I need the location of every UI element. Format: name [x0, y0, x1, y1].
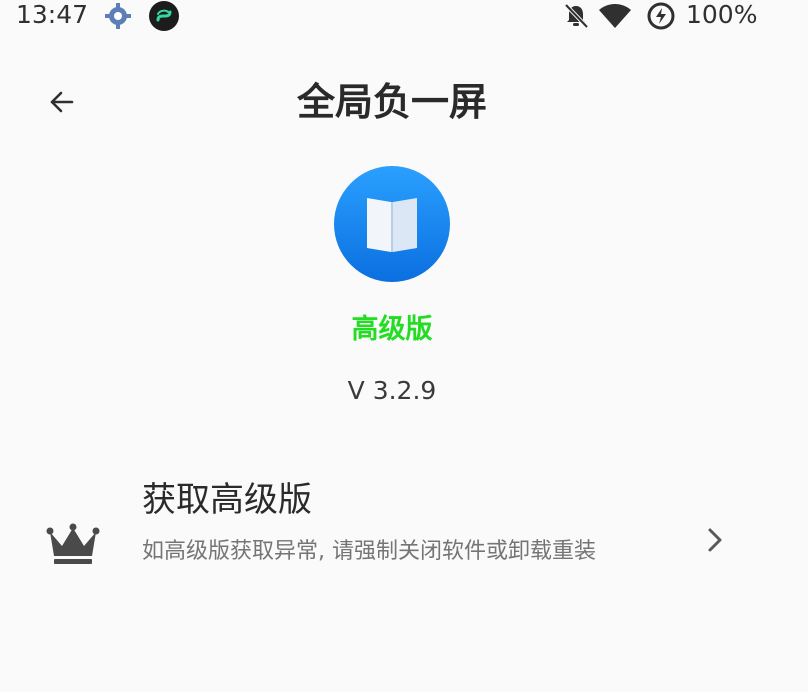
chevron-right-icon — [700, 524, 730, 556]
version-label: V 3.2.9 — [347, 376, 437, 405]
settings-icon — [104, 2, 132, 30]
notifications-off-icon — [562, 2, 590, 30]
arrow-back-icon — [50, 91, 74, 113]
battery-percentage: 100% — [686, 0, 758, 29]
status-bar: 13:47 100% — [0, 0, 808, 32]
edition-label: 高级版 — [351, 314, 433, 345]
premium-item-title: 获取高级版 — [142, 480, 312, 520]
app-logo-icon — [334, 166, 450, 282]
status-time: 13:47 — [16, 0, 89, 29]
back-button[interactable] — [38, 80, 86, 124]
wifi-icon — [598, 2, 632, 30]
page-title: 全局负一屏 — [296, 80, 487, 124]
crown-icon — [46, 522, 100, 566]
app-screen: 13:47 100% 全局负一屏 高级版 V 3.2.9 获取高级版 如高级版获… — [0, 0, 808, 692]
get-premium-item[interactable]: 获取高级版 如高级版获取异常, 请强制关闭软件或卸载重装 — [0, 462, 808, 622]
app-notification-icon — [148, 0, 180, 32]
premium-item-description: 如高级版获取异常, 请强制关闭软件或卸载重装 — [142, 539, 596, 564]
battery-saver-icon — [646, 1, 676, 31]
